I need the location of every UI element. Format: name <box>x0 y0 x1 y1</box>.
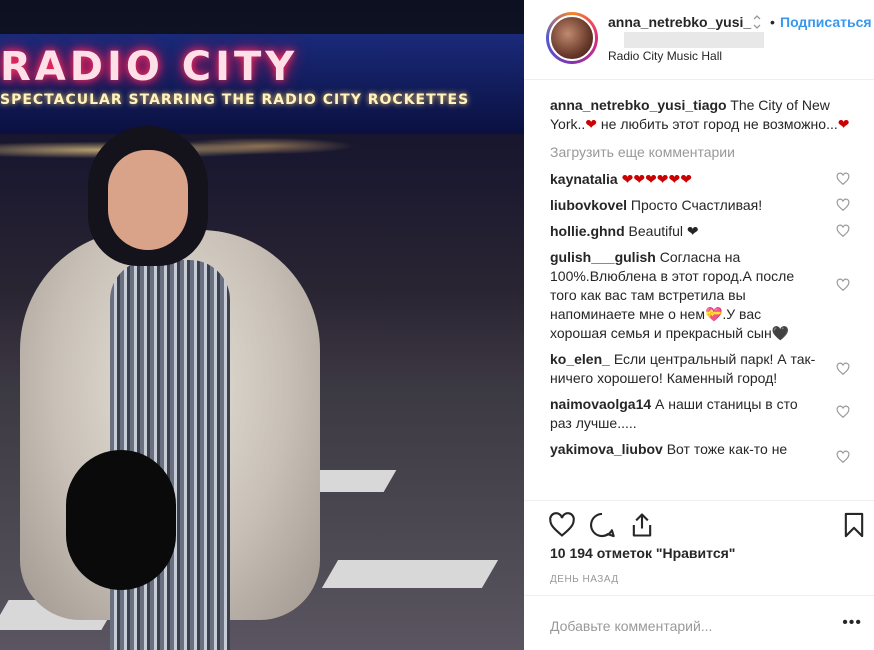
heart-outline-icon[interactable] <box>836 172 850 186</box>
comment-text: ❤❤❤❤❤❤ <box>621 171 692 187</box>
share-icon[interactable] <box>628 511 656 539</box>
speech-bubble-icon[interactable] <box>588 511 616 539</box>
chevron-down-icon <box>753 15 761 29</box>
location-link[interactable]: Radio City Music Hall <box>608 49 722 63</box>
comment-username[interactable]: gulish___gulish <box>550 249 656 265</box>
comment-username[interactable]: liubovkovel <box>550 197 627 213</box>
marquee-subtitle: SPECTACULAR STARRING THE RADIO CITY ROCK… <box>0 92 470 108</box>
heart-outline-icon[interactable] <box>836 278 850 292</box>
comments-list: anna_netrebko_yusi_tiago The City of New… <box>550 96 850 496</box>
post-caption: anna_netrebko_yusi_tiago The City of New… <box>550 96 850 134</box>
comment-item: naimovaolga14 А наши станицы в сто раз л… <box>550 395 850 433</box>
author-username[interactable]: anna_netrebko_yusi_ <box>608 14 751 30</box>
person-fur-muff <box>66 450 176 590</box>
post-header: anna_netrebko_yusi_ • Подписаться Radio … <box>524 0 874 80</box>
comment-item: ko_elen_ Если центральный парк! А так- н… <box>550 350 850 388</box>
marquee-sign-text: RADIO CITY <box>0 44 299 90</box>
street-lights <box>0 130 524 170</box>
comment-item: kaynatalia ❤❤❤❤❤❤ <box>550 170 850 189</box>
heart-outline-icon[interactable] <box>836 362 850 376</box>
comment-username[interactable]: yakimova_liubov <box>550 441 663 457</box>
load-more-comments-button[interactable]: Загрузить еще комментарии <box>550 144 850 160</box>
post-timestamp[interactable]: ДЕНЬ НАЗАД <box>550 574 619 585</box>
likes-count[interactable]: 10 194 отметок "Нравится" <box>550 545 735 561</box>
comment-input[interactable]: Добавьте комментарий... <box>550 618 712 634</box>
person-face <box>108 150 188 250</box>
bookmark-icon[interactable] <box>840 511 868 539</box>
post-actions <box>524 500 874 550</box>
comment-item: liubovkovel Просто Счастливая! <box>550 196 850 215</box>
comment-username[interactable]: naimovaolga14 <box>550 396 651 412</box>
comment-text: Beautiful ❤ <box>628 223 699 239</box>
instagram-post: RADIO CITY SPECTACULAR STARRING THE RADI… <box>0 0 874 650</box>
caption-username[interactable]: anna_netrebko_yusi_tiago <box>550 97 727 113</box>
comment-username[interactable]: kaynatalia <box>550 171 618 187</box>
comment-item: yakimova_liubov Вот тоже как-то не <box>550 440 850 464</box>
redacted-area <box>624 32 764 48</box>
heart-outline-icon[interactable] <box>836 405 850 419</box>
heart-outline-icon[interactable] <box>548 511 576 539</box>
heart-emoji: ❤ <box>585 116 598 132</box>
heart-outline-icon[interactable] <box>836 450 850 464</box>
post-sidebar: anna_netrebko_yusi_ • Подписаться Radio … <box>524 0 874 650</box>
comment-text: Вот тоже как-то не <box>666 441 788 457</box>
comment-item: hollie.ghnd Beautiful ❤ <box>550 222 850 241</box>
more-options-icon[interactable]: ••• <box>842 614 862 632</box>
separator-dot: • <box>770 14 775 30</box>
crosswalk-stripe <box>321 560 499 588</box>
comment-item: gulish___gulish Согласна на 100%.Влюблен… <box>550 248 850 343</box>
heart-outline-icon[interactable] <box>836 224 850 238</box>
avatar[interactable] <box>546 12 598 64</box>
caption-text: не любить этот город не возможно... <box>597 116 838 132</box>
comment-text: Просто Счастливая! <box>630 197 763 213</box>
post-photo[interactable]: RADIO CITY SPECTACULAR STARRING THE RADI… <box>0 0 524 650</box>
comment-username[interactable]: ko_elen_ <box>550 351 610 367</box>
add-comment-bar: Добавьте комментарий... ••• <box>524 595 874 650</box>
follow-button[interactable]: Подписаться <box>780 14 872 30</box>
comment-username[interactable]: hollie.ghnd <box>550 223 625 239</box>
heart-outline-icon[interactable] <box>836 198 850 212</box>
heart-emoji: ❤ <box>837 116 850 132</box>
